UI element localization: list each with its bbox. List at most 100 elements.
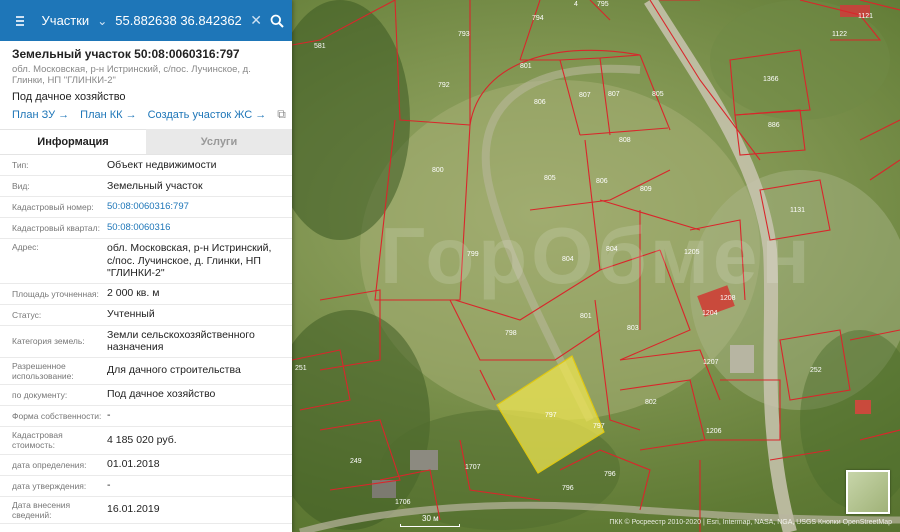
info-row: Площадь уточненная: 2 000 кв. м xyxy=(0,284,292,305)
info-value-link[interactable]: 50:08:0060316 xyxy=(107,222,170,235)
menu-icon[interactable] xyxy=(16,15,24,26)
svg-text:794: 794 xyxy=(532,15,544,22)
tab-services[interactable]: Услуги xyxy=(146,129,292,154)
info-key: Кадастровый номер: xyxy=(12,202,94,212)
info-value: Для дачного строительства xyxy=(107,364,241,377)
svg-text:808: 808 xyxy=(619,137,631,144)
chevron-down-icon[interactable]: ⌄ xyxy=(97,14,107,28)
info-row: по документу: Под дачное хозяйство xyxy=(0,385,292,406)
info-key: Дата внесения сведений: xyxy=(12,499,71,520)
info-value: Объект недвижимости xyxy=(107,158,217,171)
svg-text:1122: 1122 xyxy=(832,31,847,38)
info-value-link[interactable]: 50:08:0060316:797 xyxy=(107,201,189,214)
info-value: Учтенный xyxy=(107,308,155,321)
svg-text:795: 795 xyxy=(597,1,609,8)
svg-text:252: 252 xyxy=(810,367,822,374)
svg-text:807: 807 xyxy=(608,91,620,98)
svg-text:792: 792 xyxy=(438,82,450,89)
info-key: Кадастровая стоимость: xyxy=(12,430,63,450)
svg-text:249: 249 xyxy=(350,458,362,465)
svg-text:802: 802 xyxy=(645,399,657,406)
svg-text:1206: 1206 xyxy=(706,428,722,435)
info-row: Форма собственности: - xyxy=(0,406,292,427)
scale-bar: 30 м xyxy=(400,514,460,527)
info-value: Под дачное хозяйство xyxy=(107,388,216,401)
plot-title: Земельный участок 50:08:0060316:797 xyxy=(12,47,240,61)
tab-info[interactable]: Информация xyxy=(0,129,146,154)
svg-text:1207: 1207 xyxy=(703,359,719,366)
svg-text:805: 805 xyxy=(652,91,664,98)
share-icon[interactable]: ⧉ xyxy=(277,107,286,122)
create-plot-link[interactable]: Создать участок ЖС → xyxy=(148,109,267,121)
map-attribution: ПКК © Росреестр 2010-2020 | Esri, Interm… xyxy=(609,519,892,526)
svg-text:1707: 1707 xyxy=(465,464,481,471)
info-row: Кадастровый номер: 50:08:0060316:797 xyxy=(0,197,292,218)
clear-icon[interactable]: ✕ xyxy=(250,12,262,29)
info-key: дата определения: xyxy=(12,459,87,470)
info-row: Кадастровый квартал: 50:08:0060316 xyxy=(0,218,292,239)
svg-text:251: 251 xyxy=(295,365,307,372)
svg-text:1204: 1204 xyxy=(702,310,718,317)
tab-bar: Информация Услуги xyxy=(0,129,292,154)
plot-header: Земельный участок 50:08:0060316:797 обл.… xyxy=(0,41,292,122)
info-value: 01.01.2018 xyxy=(107,458,160,471)
svg-text:806: 806 xyxy=(596,178,608,185)
plan-kk-link[interactable]: План КК → xyxy=(80,109,136,121)
svg-text:796: 796 xyxy=(604,471,616,478)
info-row: Кадастровая стоимость: 4 185 020 руб. xyxy=(0,427,292,455)
info-row: Разрешенное использование: Для дачного ст… xyxy=(0,358,292,385)
svg-text:809: 809 xyxy=(640,186,652,193)
svg-text:800: 800 xyxy=(432,167,444,174)
svg-text:798: 798 xyxy=(505,330,517,337)
info-row: дата определения: 01.01.2018 xyxy=(0,455,292,476)
plot-links: План ЗУ → План КК → Создать участок ЖС →… xyxy=(12,107,286,122)
info-key: по документу: xyxy=(12,389,68,400)
info-panel: Участки ⌄ ✕ Земельный участок 50:08:0060… xyxy=(0,0,292,532)
info-row: Тип: Объект недвижимости xyxy=(0,155,292,176)
info-key: Вид: xyxy=(12,181,30,191)
svg-text:1706: 1706 xyxy=(395,499,411,506)
svg-text:801: 801 xyxy=(580,313,592,320)
info-value: Земельный участок xyxy=(107,179,203,192)
info-row: Дата внесения сведений: 16.01.2019 xyxy=(0,497,292,524)
info-row: дата утверждения: - xyxy=(0,476,292,497)
info-value: 2 000 кв. м xyxy=(107,287,160,300)
svg-text:801: 801 xyxy=(520,63,532,70)
info-value: - xyxy=(107,479,111,492)
info-row: Адрес: обл. Московская, р-н Истринский, с… xyxy=(0,239,292,284)
scale-label: 30 м xyxy=(422,514,439,523)
info-key: Разрешенное использование: xyxy=(12,360,74,381)
svg-text:886: 886 xyxy=(768,122,780,129)
info-table: Тип: Объект недвижимости Вид: Земельный уча… xyxy=(0,154,292,524)
svg-text:4: 4 xyxy=(574,1,578,8)
svg-text:797: 797 xyxy=(545,412,557,419)
svg-text:805: 805 xyxy=(544,175,556,182)
info-value: 16.01.2019 xyxy=(107,503,160,516)
svg-text:793: 793 xyxy=(458,31,470,38)
info-row: Категория земель: Земли сельскохозяйствен… xyxy=(0,326,292,358)
info-value: - xyxy=(107,409,111,422)
svg-text:796: 796 xyxy=(562,485,574,492)
info-row: Статус: Учтенный xyxy=(0,305,292,326)
info-key: Адрес: xyxy=(12,242,39,252)
search-input[interactable] xyxy=(115,13,246,28)
layer-switcher-thumbnail[interactable] xyxy=(846,470,890,514)
svg-text:807: 807 xyxy=(579,92,591,99)
search-bar: Участки ⌄ ✕ xyxy=(0,0,292,41)
svg-text:797: 797 xyxy=(593,423,605,430)
plot-use: Под дачное хозяйство xyxy=(12,91,126,103)
search-type-select[interactable]: Участки xyxy=(42,13,90,28)
info-key: Форма собственности: xyxy=(12,410,102,421)
info-row: Вид: Земельный участок xyxy=(0,176,292,197)
search-icon[interactable] xyxy=(270,8,284,34)
info-key: дата утверждения: xyxy=(12,480,87,491)
svg-text:1366: 1366 xyxy=(763,76,779,83)
info-key: Площадь уточненная: xyxy=(12,288,99,299)
svg-text:581: 581 xyxy=(314,43,326,50)
info-key: Тип: xyxy=(12,160,29,170)
svg-text:1121: 1121 xyxy=(858,13,873,20)
plan-zu-link[interactable]: План ЗУ → xyxy=(12,109,69,121)
info-key: Статус: xyxy=(12,309,42,320)
svg-text:803: 803 xyxy=(627,325,639,332)
plot-address: обл. Московская, р-н Истринский, с/пос. … xyxy=(12,64,251,86)
